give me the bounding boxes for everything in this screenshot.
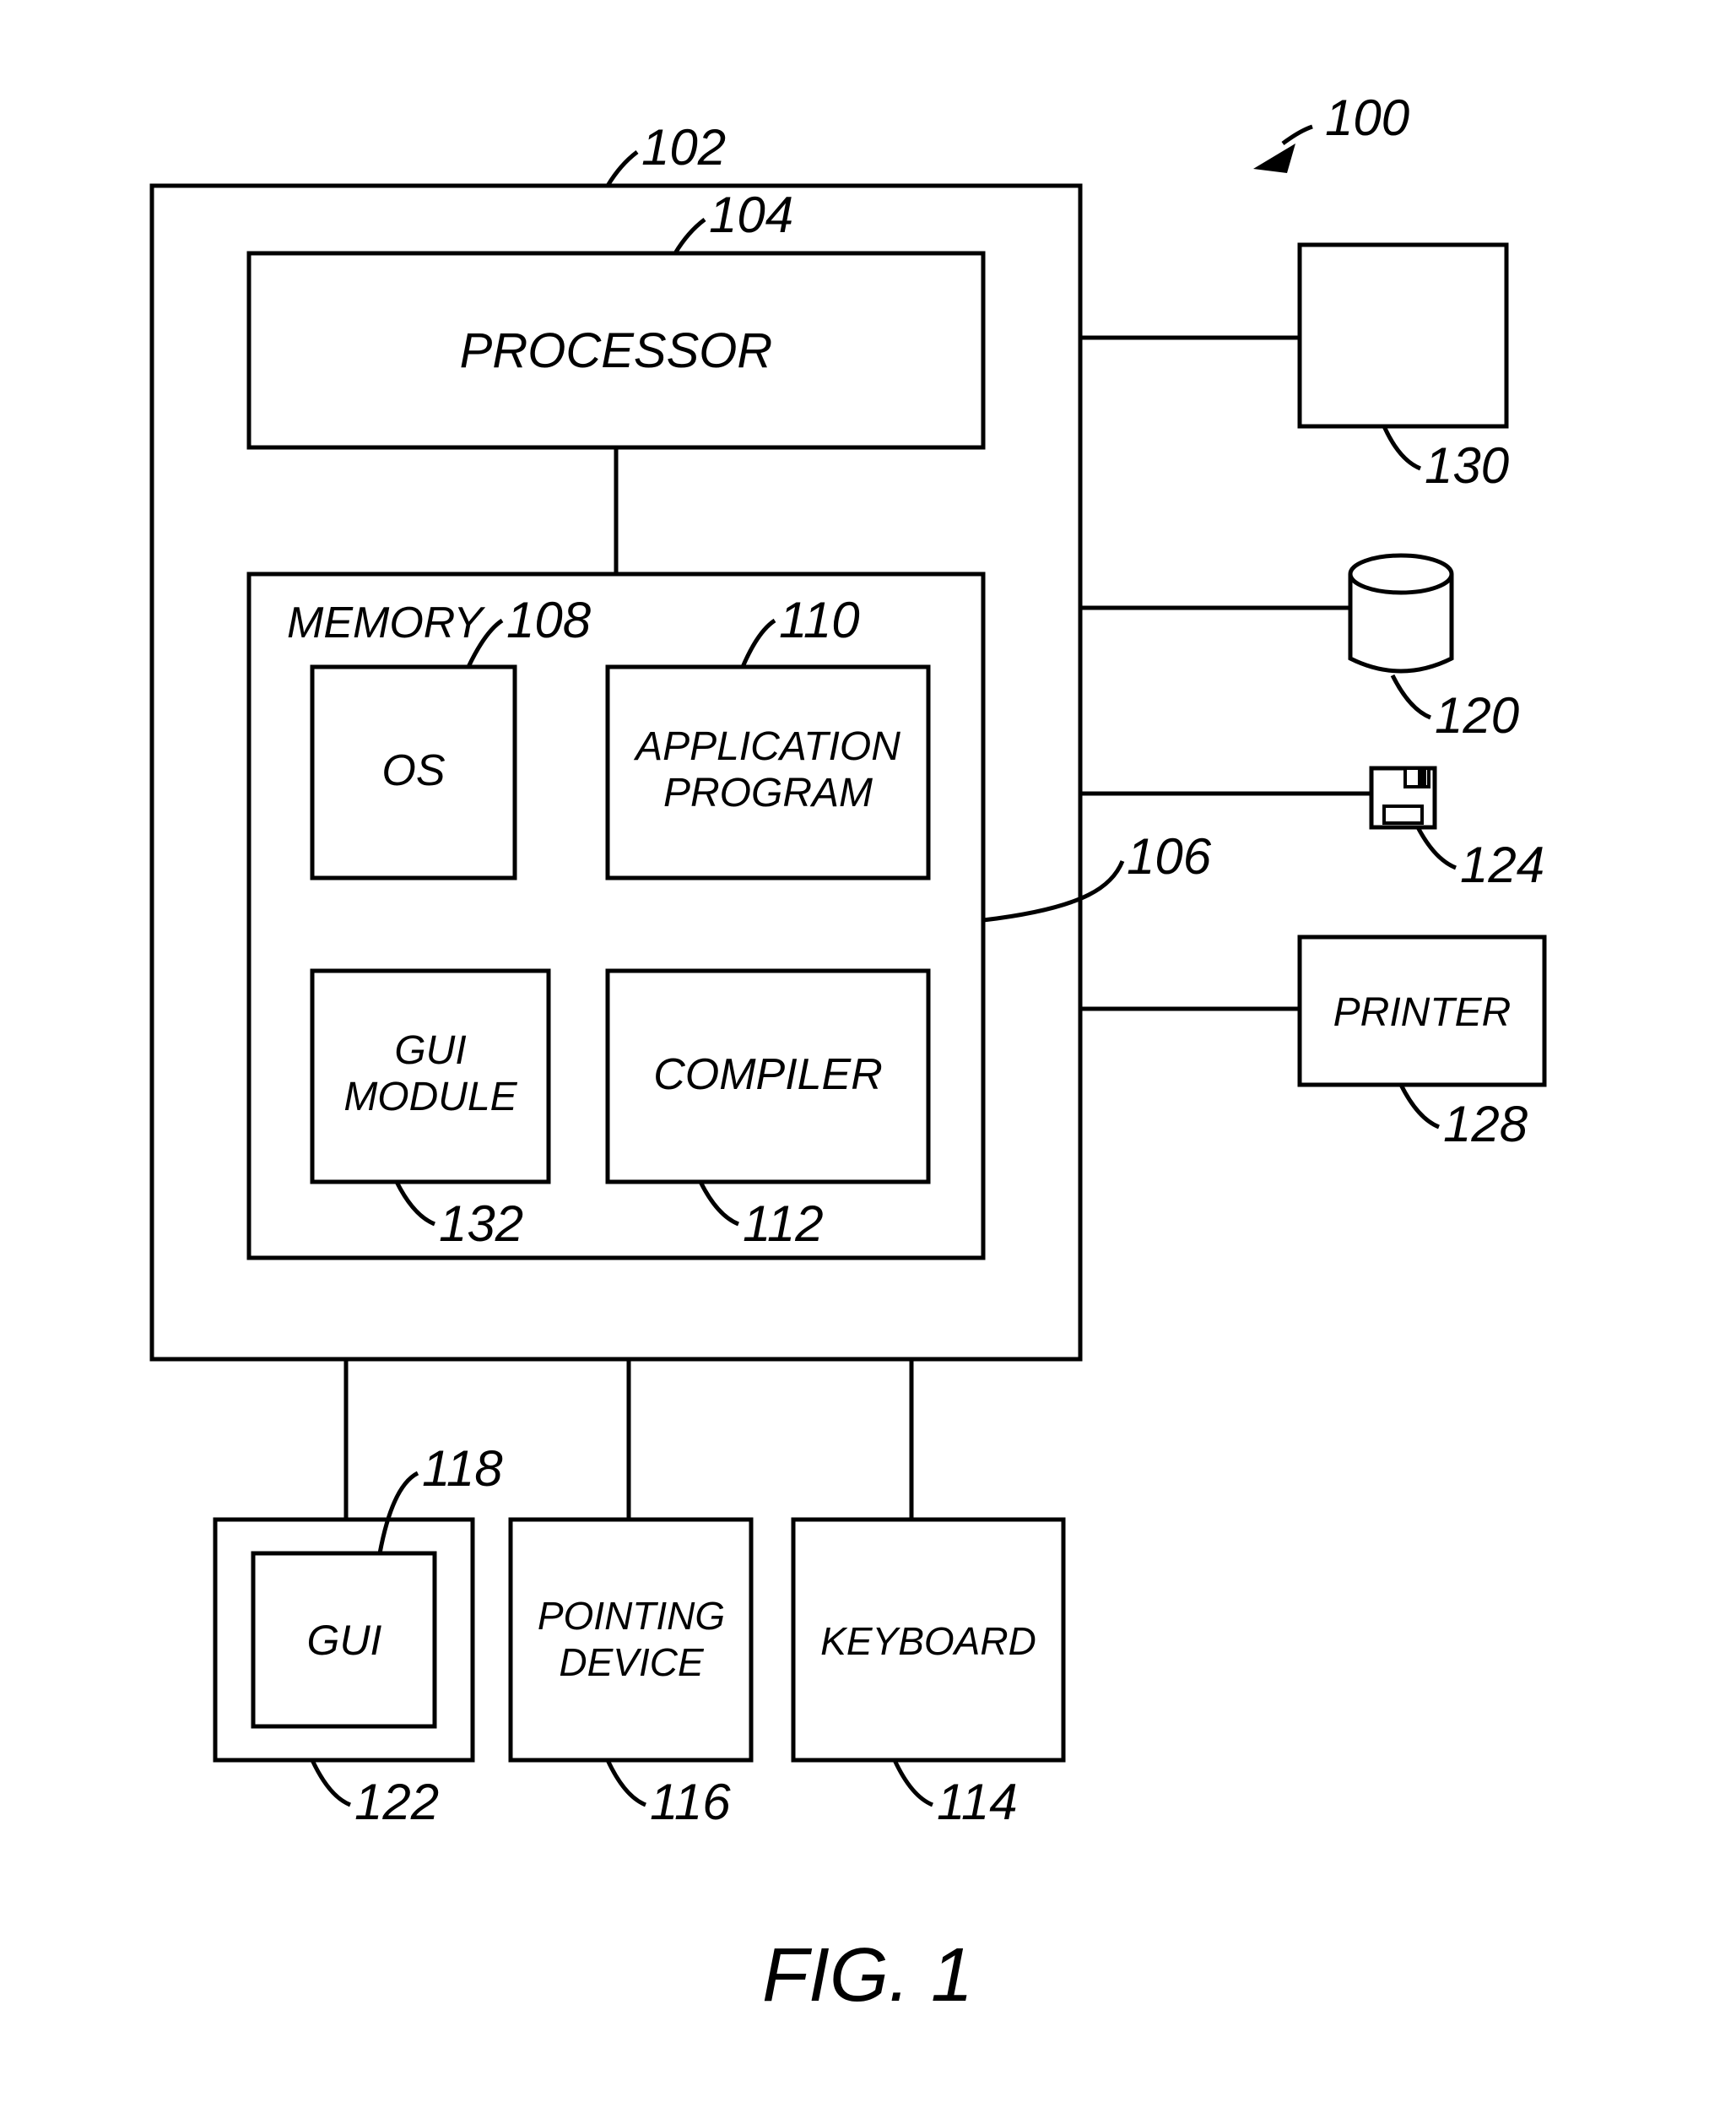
diagram: 100 102 PROCESSOR 104 MEMORY 106 OS 108 …: [0, 0, 1736, 2113]
pointing-label-2: DEVICE: [559, 1640, 705, 1684]
svg-text:106: 106: [1127, 828, 1212, 885]
svg-text:108: 108: [506, 592, 592, 648]
svg-text:112: 112: [743, 1195, 824, 1252]
monitor-box: [1300, 245, 1506, 426]
svg-text:116: 116: [650, 1774, 731, 1830]
ref-130: 130: [1384, 426, 1509, 494]
svg-text:120: 120: [1435, 687, 1519, 744]
svg-text:128: 128: [1443, 1096, 1528, 1152]
app-label-1: APPLICATION: [633, 724, 900, 769]
svg-text:114: 114: [937, 1774, 1018, 1830]
ref-122: 122: [312, 1760, 439, 1830]
ref-114: 114: [895, 1760, 1018, 1830]
svg-text:122: 122: [354, 1774, 439, 1830]
svg-text:130: 130: [1425, 437, 1509, 494]
pointing-label-1: POINTING: [538, 1594, 725, 1638]
svg-text:100: 100: [1325, 89, 1409, 146]
memory-label: MEMORY: [287, 599, 485, 647]
gui-module-label-1: GUI: [394, 1028, 466, 1073]
printer-label: PRINTER: [1333, 990, 1512, 1035]
ref-102: 102: [608, 119, 726, 186]
svg-text:132: 132: [439, 1195, 523, 1252]
ref-120: 120: [1393, 675, 1519, 744]
gui-label: GUI: [307, 1617, 382, 1664]
svg-text:110: 110: [779, 592, 860, 648]
gui-module-label-2: MODULE: [343, 1075, 517, 1119]
ref-100: 100: [1253, 89, 1409, 173]
app-label-2: PROGRAM: [663, 771, 873, 815]
svg-text:102: 102: [641, 119, 726, 176]
os-label: OS: [381, 746, 445, 795]
ref-128: 128: [1401, 1085, 1528, 1152]
disk-icon: [1371, 768, 1435, 827]
ref-116: 116: [608, 1760, 731, 1830]
keyboard-label: KEYBOARD: [820, 1619, 1036, 1663]
svg-text:118: 118: [422, 1440, 503, 1497]
svg-text:104: 104: [709, 187, 793, 243]
ref-124: 124: [1418, 827, 1544, 893]
cylinder-icon: [1350, 555, 1452, 671]
figure-caption: FIG. 1: [762, 1933, 973, 2018]
svg-text:124: 124: [1460, 837, 1544, 893]
compiler-label: COMPILER: [653, 1050, 883, 1099]
processor-label: PROCESSOR: [460, 323, 773, 378]
